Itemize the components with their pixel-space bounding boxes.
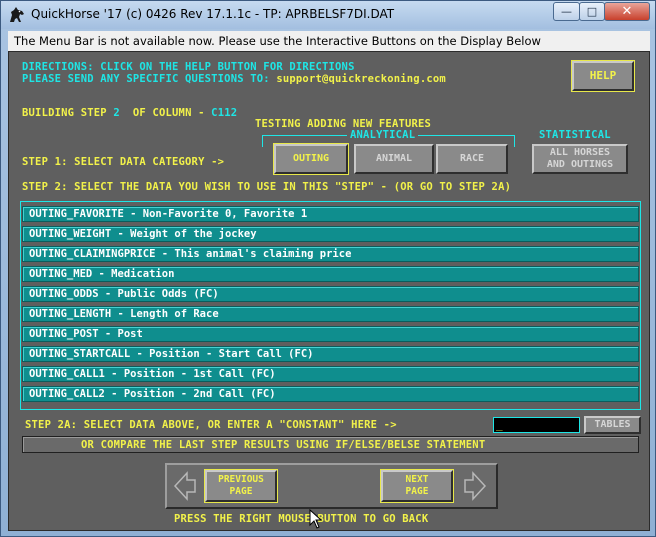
statistical-label: STATISTICAL (539, 129, 611, 141)
support-email: support@quickreckoning.com (276, 73, 446, 85)
previous-line1: PREVIOUS (218, 474, 264, 485)
step2-label: STEP 2: SELECT THE DATA YOU WISH TO USE … (22, 181, 512, 193)
animal-category-button[interactable]: ANIMAL (354, 144, 434, 174)
data-field-item[interactable]: OUTING_LENGTH - Length of Race (22, 306, 639, 322)
help-button-label: HELP (589, 69, 617, 82)
column-name: C112 (211, 107, 238, 119)
all-horses-button[interactable]: ALL HORSES AND OUTINGS (532, 144, 628, 174)
directions-text: DIRECTIONS: CLICK ON THE HELP BUTTON FOR… (22, 61, 355, 73)
close-icon: ✕ (621, 4, 633, 19)
data-field-item[interactable]: OUTING_FAVORITE - Non-Favorite 0, Favori… (22, 206, 639, 222)
close-button[interactable]: ✕ (604, 2, 650, 21)
next-line1: NEXT (405, 474, 429, 485)
data-field-item[interactable]: OUTING_CALL2 - Position - 2nd Call (FC) (22, 386, 639, 402)
minimize-button[interactable]: — (553, 2, 580, 21)
race-button-label: RACE (459, 153, 485, 164)
data-field-item[interactable]: OUTING_WEIGHT - Weight of the jockey (22, 226, 639, 242)
left-arrow-icon[interactable] (173, 471, 197, 501)
title-bar[interactable]: QuickHorse '17 (c) 0426 Rev 17.1.1c - TP… (1, 1, 655, 29)
next-page-label: NEXT PAGE (406, 474, 429, 498)
tables-button-label: TABLES (594, 419, 631, 430)
minimize-icon: — (561, 5, 572, 18)
previous-line2: PAGE (229, 486, 253, 497)
all-horses-line2: AND OUTINGS (546, 159, 614, 170)
constant-input[interactable]: _ (493, 417, 580, 433)
outing-category-button[interactable]: OUTING (273, 143, 349, 175)
all-horses-line1: ALL HORSES (549, 147, 611, 158)
previous-page-label: PREVIOUS PAGE (218, 474, 264, 498)
footer-instruction: PRESS THE RIGHT MOUSE BUTTON TO GO BACK (174, 513, 429, 525)
questions-text: PLEASE SEND ANY SPECIFIC QUESTIONS TO: s… (22, 73, 446, 85)
next-page-button[interactable]: NEXT PAGE (380, 469, 454, 503)
of-column-text: OF COLUMN - (132, 107, 205, 119)
previous-page-button[interactable]: PREVIOUS PAGE (204, 469, 278, 503)
mouse-cursor-icon (309, 509, 323, 529)
building-step-line: BUILDING STEP 2 OF COLUMN - C112 (22, 107, 237, 119)
data-field-item[interactable]: OUTING_MED - Medication (22, 266, 639, 282)
maximize-icon: □ (586, 5, 598, 18)
building-prefix: BUILDING STEP (22, 107, 107, 119)
data-field-item[interactable]: OUTING_POST - Post (22, 326, 639, 342)
questions-prefix: PLEASE SEND ANY SPECIFIC QUESTIONS TO: (22, 73, 277, 85)
page-navigation: PREVIOUS PAGE NEXT PAGE (165, 463, 498, 509)
maximize-button[interactable]: □ (579, 2, 605, 21)
analytical-label: ANALYTICAL (347, 129, 419, 141)
next-line2: PAGE (405, 486, 429, 497)
data-field-item[interactable]: OUTING_CALL1 - Position - 1st Call (FC) (22, 366, 639, 382)
compare-label: OR COMPARE THE LAST STEP RESULTS USING I… (81, 439, 486, 451)
data-field-item[interactable]: OUTING_ODDS - Public Odds (FC) (22, 286, 639, 302)
race-category-button[interactable]: RACE (436, 144, 508, 174)
data-field-item[interactable]: OUTING_CLAIMINGPRICE - This animal's cla… (22, 246, 639, 262)
help-button[interactable]: HELP (571, 60, 635, 92)
app-window: QuickHorse '17 (c) 0426 Rev 17.1.1c - TP… (0, 0, 656, 537)
horse-icon (10, 7, 24, 22)
compare-button[interactable]: OR COMPARE THE LAST STEP RESULTS USING I… (22, 436, 639, 453)
data-field-item[interactable]: OUTING_STARTCALL - Position - Start Call… (22, 346, 639, 362)
window-title: QuickHorse '17 (c) 0426 Rev 17.1.1c - TP… (31, 7, 395, 21)
all-horses-label: ALL HORSES AND OUTINGS (547, 147, 613, 171)
main-display: DIRECTIONS: CLICK ON THE HELP BUTTON FOR… (8, 51, 650, 531)
step2a-label: STEP 2A: SELECT DATA ABOVE, OR ENTER A "… (25, 419, 397, 431)
menu-bar-notice: The Menu Bar is not available now. Pleas… (8, 31, 650, 51)
outing-button-label: OUTING (292, 153, 330, 164)
animal-button-label: ANIMAL (375, 153, 413, 164)
tables-button[interactable]: TABLES (584, 416, 641, 434)
step-number: 2 (113, 107, 120, 119)
step1-label: STEP 1: SELECT DATA CATEGORY -> (22, 156, 225, 168)
right-arrow-icon[interactable] (463, 471, 487, 501)
